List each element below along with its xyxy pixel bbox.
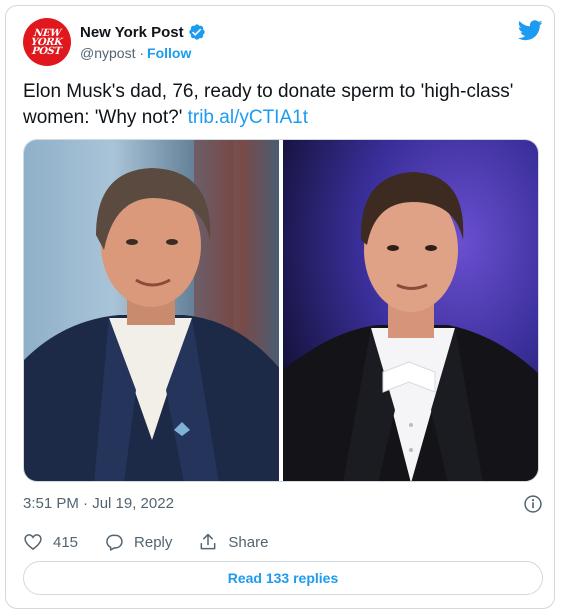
tweet-header: NEW YORK POST New York Post @nypost · Fo… <box>23 18 543 68</box>
tweet-card: NEW YORK POST New York Post @nypost · Fo… <box>5 5 555 609</box>
handle[interactable]: @nypost <box>80 45 135 61</box>
tweet-link[interactable]: trib.al/yCTIA1t <box>188 107 308 128</box>
info-icon[interactable] <box>523 494 543 514</box>
share-button[interactable]: Share <box>198 532 268 552</box>
timestamp[interactable]: 3:51 PM · Jul 19, 2022 <box>23 495 174 512</box>
like-count: 415 <box>53 533 79 551</box>
follow-button[interactable]: Follow <box>147 45 191 61</box>
name-row: New York Post <box>80 23 206 41</box>
avatar-text-line-3: POST <box>31 45 63 57</box>
read-replies-button[interactable]: Read 133 replies <box>23 561 543 595</box>
share-label: Share <box>228 533 269 551</box>
handle-row: @nypost · Follow <box>80 45 191 61</box>
media-divider <box>279 140 281 481</box>
photo-left[interactable] <box>24 140 279 481</box>
photo-right-illustration <box>282 172 538 481</box>
tweet-meta: 3:51 PM · Jul 19, 2022 <box>23 492 543 516</box>
twitter-bird-icon[interactable] <box>518 20 543 41</box>
reply-icon <box>106 534 123 551</box>
like-button[interactable]: 415 <box>23 532 78 552</box>
reply-label: Reply <box>134 533 173 551</box>
separator-dot: · <box>135 45 145 61</box>
reply-button[interactable]: Reply <box>104 532 172 552</box>
heart-icon <box>24 534 42 551</box>
display-name[interactable]: New York Post <box>80 24 184 41</box>
tweet-actions: 415 Reply Share <box>23 530 543 554</box>
avatar[interactable]: NEW YORK POST <box>23 18 71 66</box>
photo-right[interactable] <box>282 140 538 481</box>
tweet-media[interactable] <box>23 139 539 482</box>
share-icon <box>200 533 216 550</box>
verified-badge-icon <box>188 24 205 40</box>
tweet-text: Elon Musk's dad, 76, ready to donate spe… <box>23 79 543 131</box>
photo-left-illustration <box>24 140 279 481</box>
